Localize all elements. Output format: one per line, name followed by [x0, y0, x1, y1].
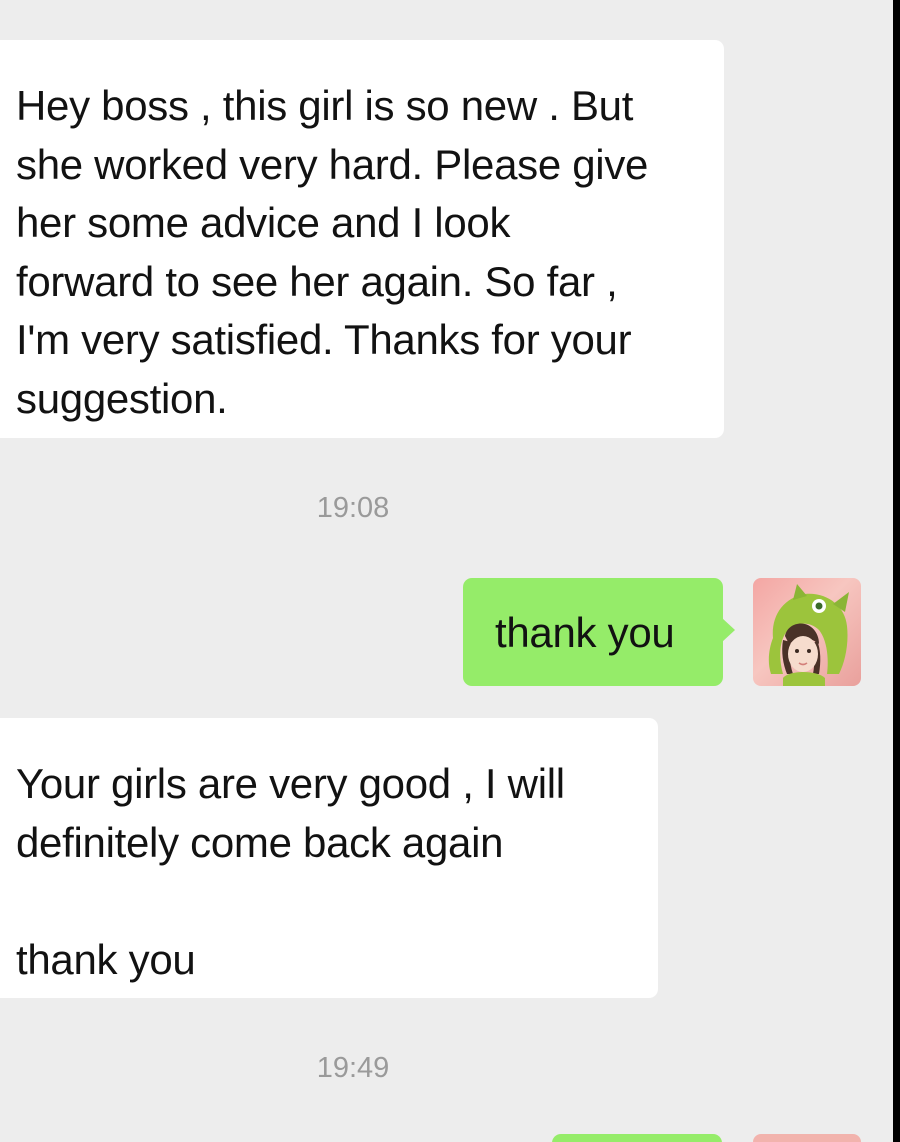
chat-conversation: Hey boss , this girl is so new . But she…: [0, 0, 893, 1142]
user-avatar-icon-partial[interactable]: [753, 1134, 861, 1142]
screen-edge: [893, 0, 900, 1142]
message-text: Your girls are very good , I will defini…: [16, 760, 565, 983]
bubble-tail: [722, 618, 735, 642]
incoming-message-bubble[interactable]: Hey boss , this girl is so new . But she…: [0, 40, 724, 438]
message-text: Hey boss , this girl is so new . But she…: [16, 82, 649, 422]
incoming-message-bubble[interactable]: Your girls are very good , I will defini…: [0, 718, 658, 998]
outgoing-message-bubble[interactable]: thank you: [463, 578, 735, 686]
message-timestamp: 19:08: [316, 492, 390, 524]
outgoing-message-bubble-partial[interactable]: [552, 1134, 722, 1142]
avatar-image-icon: [768, 584, 849, 686]
message-timestamp: 19:49: [316, 1052, 390, 1084]
message-text: thank you: [495, 609, 675, 656]
user-avatar-icon[interactable]: [753, 578, 861, 686]
